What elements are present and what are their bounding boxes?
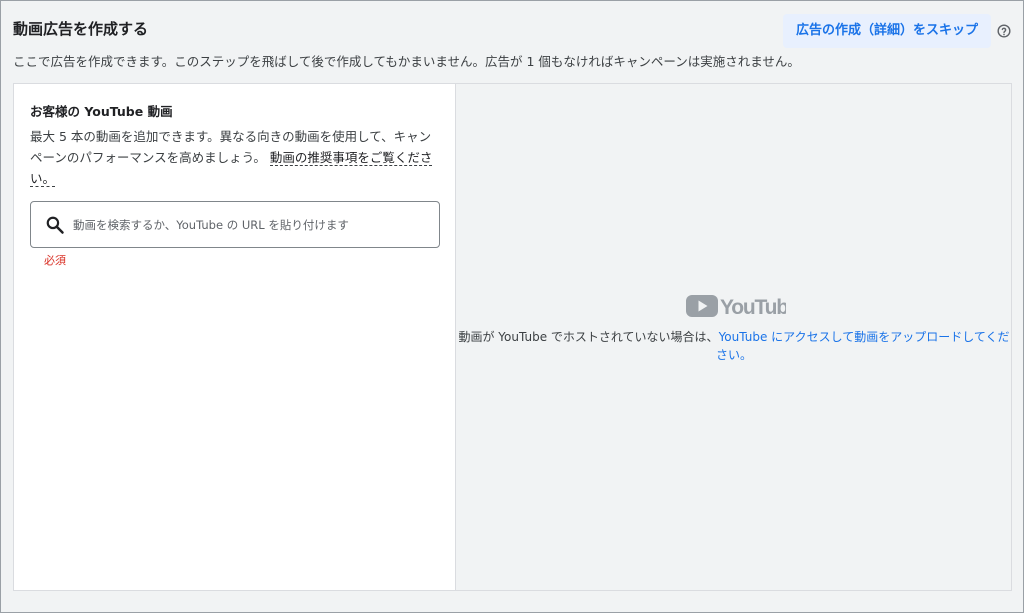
section-title: お客様の YouTube 動画 [30,104,173,119]
create-video-ad-panel: 動画広告を作成する 広告の作成（詳細）をスキップ ここで広告を作成できます。この… [0,0,1024,613]
youtube-upload-message: 動画が YouTube でホストされていない場合は、YouTube にアクセスし… [456,328,1012,364]
video-ad-card: お客様の YouTube 動画 最大 5 本の動画を追加できます。異なる向きの動… [13,83,1012,591]
youtube-logo: YouTube [686,295,786,319]
skip-ad-creation-button[interactable]: 広告の作成（詳細）をスキップ [783,14,991,48]
video-search-input[interactable] [73,210,428,240]
page-title: 動画広告を作成する [13,20,149,38]
your-videos-pane: お客様の YouTube 動画 最大 5 本の動画を追加できます。異なる向きの動… [14,84,455,590]
youtube-info-pane: YouTube 動画が YouTube でホストされていない場合は、YouTub… [455,84,1011,590]
search-icon [46,216,64,234]
section-description: 最大 5 本の動画を追加できます。異なる向きの動画を使用して、キャンペーンのパフ… [30,126,440,189]
required-label: 必須 [44,254,66,267]
page-description: ここで広告を作成できます。このステップを飛ばして後で作成してもかまいません。広告… [13,54,800,69]
youtube-logo-text: YouTube [720,296,786,319]
youtube-upload-link[interactable]: YouTube にアクセスして動画をアップロードしてください。 [716,330,1010,362]
help-circle-icon[interactable] [997,24,1011,38]
video-search-box[interactable] [30,201,440,248]
youtube-upload-text: 動画が YouTube でホストされていない場合は、 [458,330,719,344]
